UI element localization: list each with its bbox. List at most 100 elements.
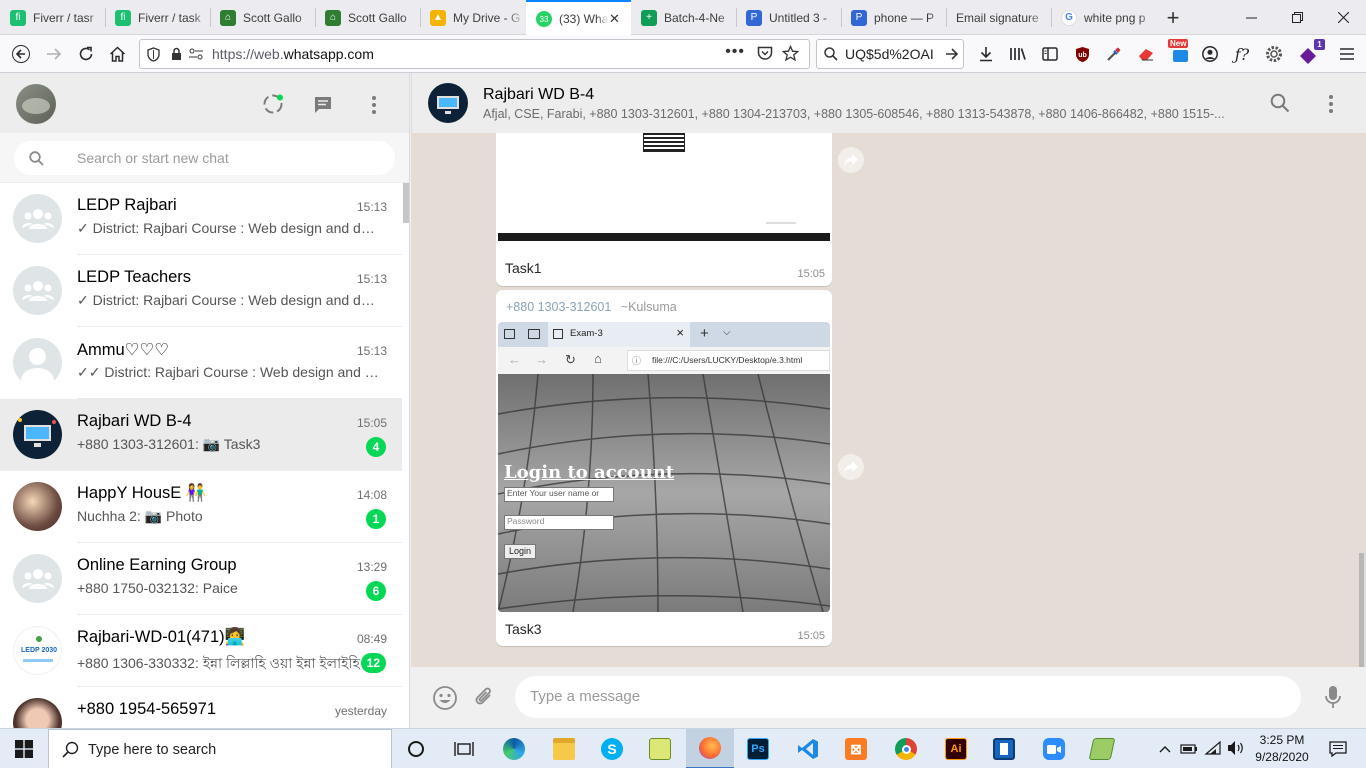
forward-button[interactable] <box>40 35 68 73</box>
chat-item[interactable]: LEDP Rajbari 15:13 ✓ District: Rajbari Cou… <box>0 183 402 255</box>
browser-tab[interactable]: ▲ My Drive - G <box>420 0 525 35</box>
lock-icon[interactable] <box>166 47 186 61</box>
eraser-extension[interactable] <box>1134 35 1158 73</box>
action-center-button[interactable] <box>1318 729 1358 768</box>
fx-extension[interactable]: ƒ? <box>1230 35 1254 73</box>
my-avatar[interactable] <box>16 84 56 124</box>
file-explorer-button[interactable] <box>540 729 588 768</box>
chat-item[interactable]: LEDP 2030 Rajbari-WD-01(471)👩‍💻 08:49 +880 … <box>0 615 402 687</box>
cortana-button[interactable] <box>392 729 440 768</box>
conversation-title[interactable]: Rajbari WD B-4 <box>483 86 594 104</box>
shield-icon[interactable] <box>140 46 166 62</box>
conversation-search-button[interactable] <box>1270 93 1292 115</box>
status-button[interactable] <box>262 93 286 117</box>
pocket-icon[interactable] <box>757 46 773 64</box>
illustrator-button[interactable]: Ai <box>932 729 980 768</box>
browser-tab[interactable]: fi Fiverr / task <box>105 0 210 35</box>
back-button[interactable] <box>6 35 36 73</box>
browser-tab[interactable]: Pphone — P <box>841 0 946 35</box>
edge-button[interactable] <box>490 729 538 768</box>
start-button[interactable] <box>0 729 48 768</box>
wifi-icon[interactable] <box>1204 740 1222 760</box>
new-extension[interactable]: New <box>1166 35 1194 73</box>
chat-item[interactable]: LEDP Teachers 15:13 ✓ District: Rajbari Co… <box>0 255 402 327</box>
url-text[interactable]: https://web.whatsapp.com <box>212 46 374 62</box>
task-view-button[interactable] <box>440 729 488 768</box>
xampp-button[interactable]: ⊠ <box>832 729 880 768</box>
chat-item[interactable]: Rajbari WD B-4 15:05 +880 1303-312601: 📷 T… <box>0 399 402 471</box>
browser-tab[interactable]: ⌂ Scott Gallo <box>315 0 420 35</box>
sender-phone[interactable]: +880 1303-312601 <box>506 300 611 314</box>
sidebar-button[interactable] <box>1038 35 1062 73</box>
tray-overflow-button[interactable] <box>1156 729 1174 768</box>
permissions-icon[interactable] <box>186 48 206 60</box>
chat-item[interactable]: +880 1954-565971 yesterday <box>0 687 402 728</box>
conversation-header[interactable]: Rajbari WD B-4 Afjal, CSE, Farabi, +880 … <box>411 73 1366 133</box>
task3-image[interactable]: Exam-3 × + ⌵ ← → ↻ ⌂ ⓘ file:///C:/Users/… <box>498 322 830 612</box>
notepad-button[interactable] <box>636 729 684 768</box>
search-go-icon[interactable] <box>941 48 963 60</box>
taskbar-search-box[interactable]: Type here to search <box>48 729 392 768</box>
home-button[interactable] <box>103 35 131 73</box>
new-tab-button[interactable]: + <box>1156 0 1190 35</box>
eyedropper-extension[interactable] <box>1102 35 1126 73</box>
hamburger-menu-button[interactable] <box>1334 35 1360 73</box>
menu-button[interactable] <box>364 94 384 118</box>
chat-time: 14:08 <box>356 488 387 502</box>
minimize-button[interactable] <box>1228 0 1274 35</box>
notepadpp-button[interactable] <box>1078 729 1126 768</box>
restore-button[interactable] <box>1274 0 1320 35</box>
browser-tab[interactable]: fi Fiverr / tasr <box>0 0 105 35</box>
zoom-button[interactable] <box>1030 729 1078 768</box>
battery-icon[interactable] <box>1180 741 1198 760</box>
forward-button[interactable] <box>838 454 864 480</box>
browser-tab[interactable]: + Batch-4-Ne <box>631 0 736 35</box>
close-window-button[interactable] <box>1320 0 1366 35</box>
downloads-button[interactable] <box>974 35 998 73</box>
task1-image[interactable] <box>498 133 830 245</box>
clock[interactable]: 3:25 PM 9/28/2020 <box>1253 732 1311 766</box>
message-scrollbar[interactable] <box>1359 553 1364 667</box>
skype-button[interactable]: S <box>588 729 636 768</box>
close-tab-icon[interactable]: ✕ <box>609 11 625 27</box>
chat-search-box[interactable]: Search or start new chat <box>14 141 395 175</box>
ublock-extension[interactable]: ub <box>1070 35 1094 73</box>
message-area[interactable]: Task1 15:05 +880 1303-312601 ~Kulsuma Ex… <box>411 133 1366 667</box>
browser-tab[interactable]: ⌂ Scott Gallo <box>210 0 315 35</box>
emoji-button[interactable] <box>432 685 458 711</box>
conversation-menu-button[interactable] <box>1321 93 1341 117</box>
volume-icon[interactable] <box>1227 740 1245 761</box>
page-actions-icon[interactable]: ••• <box>725 43 745 61</box>
browser-tab[interactable]: P Untitled 3 - <box>736 0 841 35</box>
app-button[interactable] <box>980 729 1028 768</box>
url-bar[interactable]: https://web.whatsapp.com ••• <box>139 39 810 69</box>
chat-item[interactable]: Ammu♡♡♡ 15:13 ✓✓ District: Rajbari Course … <box>0 327 402 399</box>
vscode-button[interactable] <box>784 729 832 768</box>
attach-button[interactable] <box>473 685 497 711</box>
chrome-button[interactable] <box>882 729 930 768</box>
group-avatar[interactable] <box>428 83 468 123</box>
chat-list-scrollbar[interactable] <box>402 183 409 728</box>
photoshop-button[interactable]: Ps <box>734 729 782 768</box>
new-chat-button[interactable] <box>313 95 335 117</box>
message-input[interactable]: Type a message <box>515 676 1301 718</box>
search-field-value[interactable]: UQ$5d%2OAI <box>845 46 941 62</box>
browser-tab[interactable]: Email signature <box>946 0 1051 35</box>
firefox-button[interactable] <box>686 729 734 768</box>
chat-item[interactable]: Online Earning Group 13:29 +880 1750-03213… <box>0 543 402 615</box>
image-message-task3[interactable]: +880 1303-312601 ~Kulsuma Exam-3 × + ⌵ ←… <box>496 290 832 646</box>
extension-with-count[interactable]: 1 <box>1294 35 1325 73</box>
account-button[interactable] <box>1198 35 1222 73</box>
reload-button[interactable] <box>72 35 100 73</box>
browser-tab[interactable]: Gwhite png p <box>1051 0 1156 35</box>
library-button[interactable] <box>1006 35 1030 73</box>
bookmark-star-icon[interactable] <box>781 44 800 65</box>
search-bar[interactable]: UQ$5d%2OAI <box>816 39 964 69</box>
gear-extension[interactable] <box>1262 35 1286 73</box>
forward-button[interactable] <box>838 147 864 173</box>
voice-message-button[interactable] <box>1324 685 1344 711</box>
chat-item[interactable]: HappY HousE 👫 14:08 Nuchha 2: 📷 Photo 1 <box>0 471 402 543</box>
image-message-task1[interactable]: Task1 15:05 <box>496 133 832 286</box>
browser-tab[interactable]: 33 (33) Wha ✕ <box>526 0 631 36</box>
message-sender[interactable]: +880 1303-312601 ~Kulsuma <box>506 300 677 314</box>
